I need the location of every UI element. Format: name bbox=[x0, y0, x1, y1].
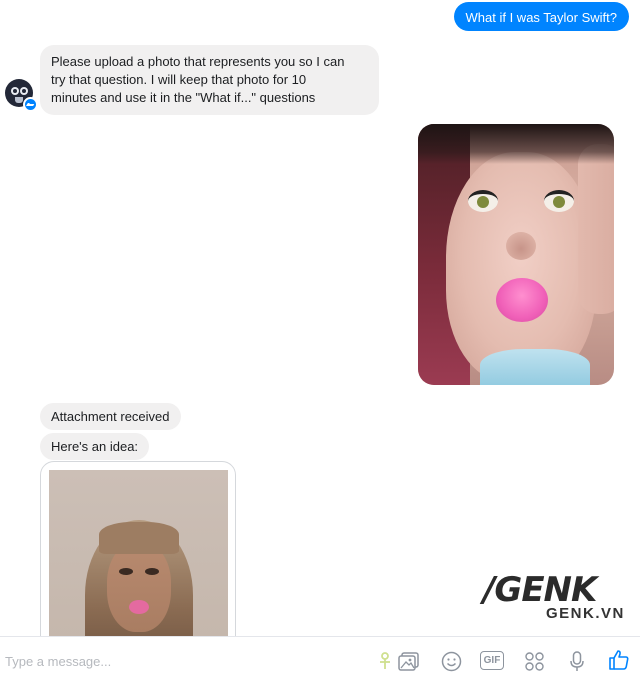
bot-message-line: Please upload a photo that represents yo… bbox=[51, 54, 345, 69]
bot-message-bubble[interactable]: Please upload a photo that represents yo… bbox=[40, 45, 379, 115]
user-message-text: What if I was Taylor Swift? bbox=[465, 10, 617, 25]
user-message-bubble[interactable]: What if I was Taylor Swift? bbox=[453, 2, 629, 31]
gif-icon[interactable]: GIF bbox=[480, 651, 504, 670]
user-uploaded-photo[interactable] bbox=[418, 124, 614, 385]
photo-icon[interactable] bbox=[398, 651, 420, 671]
idea-image-card[interactable] bbox=[40, 461, 236, 651]
emoji-icon[interactable] bbox=[441, 651, 462, 672]
idea-image[interactable] bbox=[49, 470, 228, 650]
gif-label: GIF bbox=[480, 651, 504, 670]
bot-message-line: minutes and use it in the "What if..." q… bbox=[51, 90, 316, 105]
messenger-badge-icon bbox=[23, 97, 38, 112]
attachment-received-bubble[interactable]: Attachment received bbox=[40, 403, 181, 430]
microphone-icon[interactable] bbox=[569, 651, 585, 673]
like-icon[interactable] bbox=[608, 649, 630, 671]
message-composer: GIF bbox=[0, 636, 640, 680]
message-input[interactable] bbox=[2, 650, 268, 672]
genk-url: GENK.VN bbox=[546, 605, 625, 622]
attachment-emoji-icon[interactable] bbox=[376, 651, 394, 671]
games-icon[interactable] bbox=[524, 651, 545, 672]
idea-intro-bubble[interactable]: Here's an idea: bbox=[40, 433, 150, 460]
genk-logo: /GENK bbox=[483, 570, 597, 610]
attachment-received-text: Attachment received bbox=[51, 409, 170, 424]
idea-intro-text: Here's an idea: bbox=[51, 439, 139, 454]
bot-message-line: try that question. I will keep that phot… bbox=[51, 72, 307, 87]
